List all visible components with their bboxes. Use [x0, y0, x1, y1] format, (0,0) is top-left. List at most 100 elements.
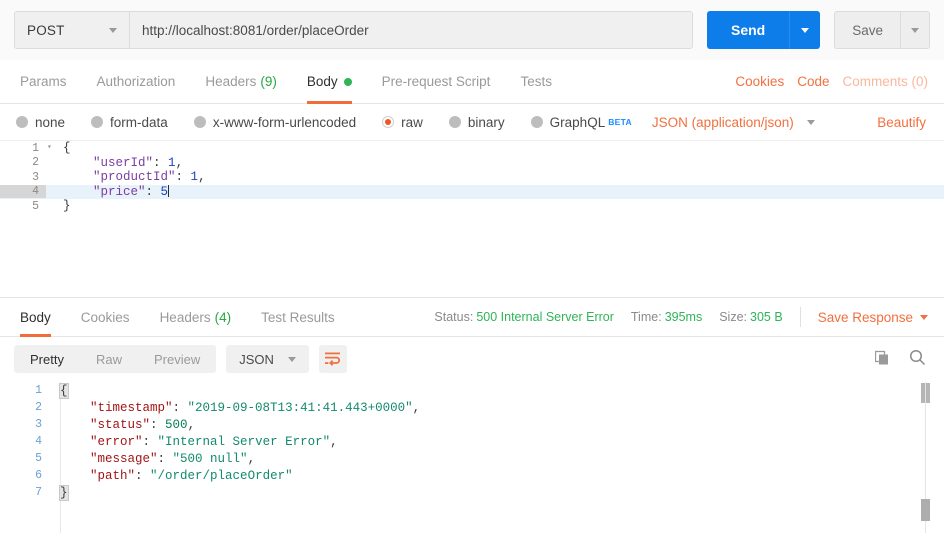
json-separator: :: [142, 434, 158, 449]
line-text: "userId": 1,: [57, 156, 183, 170]
view-mode-preview[interactable]: Preview: [138, 345, 216, 373]
json-key: "userId": [93, 155, 154, 170]
response-format-select[interactable]: JSON: [226, 345, 309, 373]
response-line: 6 "path": "/order/placeOrder": [0, 467, 944, 484]
json-separator: :: [172, 400, 188, 415]
tab-authorization[interactable]: Authorization: [82, 60, 191, 103]
tab-label: Pre-request Script: [381, 74, 491, 89]
body-type-none[interactable]: none: [16, 115, 65, 130]
response-body-viewer[interactable]: 1 { 2 "timestamp": "2019-09-08T13:41:41.…: [0, 381, 944, 533]
fold-toggle-icon[interactable]: ▾: [46, 144, 57, 152]
response-line: 5 "message": "500 null",: [0, 450, 944, 467]
content-type-value: JSON (application/json): [651, 114, 794, 130]
response-tab-bar: Body Cookies Headers (4) Test Results St…: [0, 297, 944, 337]
json-key: "status": [90, 417, 151, 432]
line-number: 5: [32, 199, 39, 213]
copy-button[interactable]: [874, 350, 891, 369]
tab-tests[interactable]: Tests: [505, 60, 567, 103]
line-text: }: [63, 199, 71, 214]
line-number: 6: [35, 469, 42, 482]
body-type-label: GraphQL: [549, 114, 606, 130]
chevron-down-icon: [109, 27, 117, 33]
request-url-value: http://localhost:8081/order/placeOrder: [142, 22, 369, 38]
json-separator: :: [145, 184, 161, 199]
save-response-button[interactable]: Save Response: [818, 310, 930, 325]
save-options-button[interactable]: [900, 11, 930, 49]
request-tab-bar: Params Authorization Headers (9) Body Pr…: [0, 60, 944, 104]
view-mode-raw[interactable]: Raw: [80, 345, 138, 373]
send-button-group: Send: [706, 11, 821, 49]
tab-label: Headers: [205, 74, 257, 89]
divider: [799, 307, 801, 327]
response-meta: Status: 500 Internal Server Error Time: 39…: [434, 298, 930, 336]
send-button[interactable]: Send: [706, 11, 790, 49]
beautify-button[interactable]: Beautify: [877, 115, 928, 130]
beta-badge: BETA: [608, 117, 632, 127]
response-tab-test-results[interactable]: Test Results: [246, 298, 350, 336]
comments-link[interactable]: Comments (0): [842, 74, 928, 89]
response-line: 1 {: [0, 382, 944, 399]
word-wrap-icon: [324, 352, 340, 366]
body-type-x-www-form-urlencoded[interactable]: x-www-form-urlencoded: [193, 115, 356, 130]
tab-pre-request-script[interactable]: Pre-request Script: [367, 60, 506, 103]
request-tab-links: Cookies Code Comments (0): [735, 60, 930, 103]
response-tab-cookies[interactable]: Cookies: [66, 298, 145, 336]
json-value: 1: [168, 155, 176, 170]
body-present-dot-icon: [343, 77, 352, 86]
editor-line-active: 4 "price": 5: [0, 184, 944, 199]
cookies-link[interactable]: Cookies: [735, 74, 784, 89]
response-line: 3 "status": 500,: [0, 416, 944, 433]
json-separator: :: [135, 468, 151, 483]
tab-label: Tests: [520, 74, 552, 89]
http-method-select[interactable]: POST: [15, 12, 130, 48]
json-comma: ,: [198, 170, 206, 185]
size-value: 305 B: [750, 310, 783, 324]
json-comma: ,: [412, 400, 421, 415]
editor-line: 3 "productId": 1,: [0, 170, 944, 185]
code-link[interactable]: Code: [797, 74, 829, 89]
body-type-binary[interactable]: binary: [448, 115, 505, 130]
scrollbar-thumb[interactable]: [921, 499, 930, 521]
content-type-select[interactable]: JSON (application/json): [652, 115, 815, 130]
body-type-graphql[interactable]: GraphQL BETA: [530, 114, 632, 130]
save-button[interactable]: Save: [834, 11, 900, 49]
word-wrap-button[interactable]: [318, 345, 347, 373]
line-text: "price": 5: [57, 184, 170, 199]
line-text: {: [63, 141, 71, 156]
search-button[interactable]: [909, 349, 926, 369]
http-method-value: POST: [27, 22, 65, 38]
response-line: 2 "timestamp": "2019-09-08T13:41:41.443+…: [0, 399, 944, 416]
size-badge: Size: 305 B: [719, 310, 782, 324]
method-url-group: POST http://localhost:8081/order/placeOr…: [14, 11, 693, 49]
json-value: "/order/placeOrder": [150, 468, 293, 483]
postman-window: POST http://localhost:8081/order/placeOr…: [0, 0, 944, 533]
json-comma: ,: [175, 155, 184, 170]
tab-body[interactable]: Body: [292, 60, 367, 104]
response-line: 4 "error": "Internal Server Error",: [0, 433, 944, 450]
line-text: "message": "500 null",: [52, 452, 255, 466]
view-mode-pretty[interactable]: Pretty: [14, 345, 80, 373]
chevron-down-icon: [287, 356, 296, 362]
size-label: Size:: [719, 310, 748, 324]
response-tab-body[interactable]: Body: [14, 298, 66, 337]
response-headers-count: (4): [214, 309, 232, 325]
radio-icon: [530, 116, 543, 128]
tab-params[interactable]: Params: [14, 60, 82, 103]
request-body-editor[interactable]: 1 ▾ { 2 "userId": 1, 3 "productId": 1, 4…: [0, 141, 944, 297]
time-value: 395ms: [664, 310, 703, 324]
request-url-input[interactable]: http://localhost:8081/order/placeOrder: [130, 12, 692, 48]
response-tab-headers[interactable]: Headers (4): [145, 298, 247, 336]
body-type-form-data[interactable]: form-data: [91, 115, 168, 130]
chevron-down-icon: [806, 119, 815, 125]
json-key: "timestamp": [90, 400, 173, 415]
headers-count: (9): [260, 74, 277, 89]
body-type-raw[interactable]: raw: [382, 115, 423, 130]
tab-headers[interactable]: Headers (9): [190, 60, 292, 103]
line-text: "status": 500,: [52, 418, 195, 432]
status-value: 500 Internal Server Error: [476, 310, 614, 324]
line-text: "timestamp": "2019-09-08T13:41:41.443+00…: [52, 401, 420, 415]
send-options-button[interactable]: [789, 11, 821, 49]
